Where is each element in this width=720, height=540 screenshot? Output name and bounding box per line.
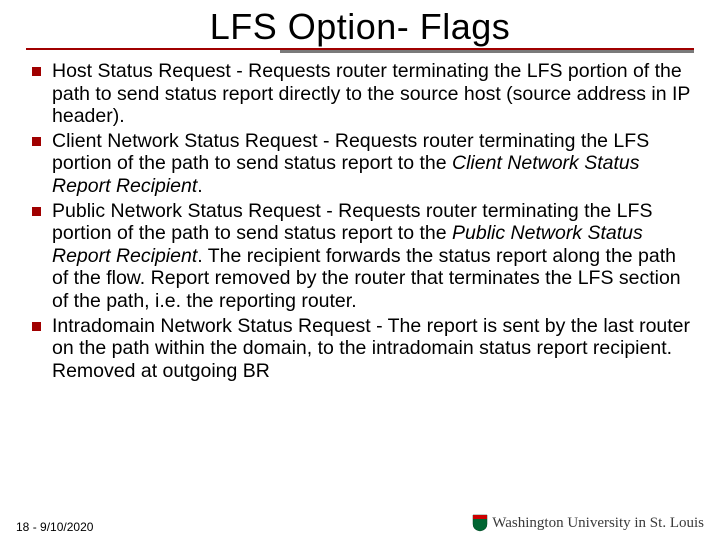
page-number: 18 — [16, 520, 29, 534]
list-item: Client Network Status Request - Requests… — [32, 130, 692, 198]
footer-separator: - — [29, 520, 40, 534]
footer: 18 - 9/10/2020 — [16, 520, 93, 534]
list-item: Host Status Request - Requests router te… — [32, 60, 692, 128]
university-logo: Washington University in St. Louis — [472, 512, 704, 534]
logo-text: Washington University in St. Louis — [492, 515, 704, 532]
title-rule — [0, 48, 720, 54]
bullet-icon — [32, 137, 41, 146]
term: Host Status Request — [52, 60, 231, 82]
list-item: Intradomain Network Status Request - The… — [32, 315, 692, 383]
page-title: LFS Option- Flags — [0, 0, 720, 48]
term: Public Network Status Request — [52, 200, 321, 222]
bullet-icon — [32, 322, 41, 331]
body: Host Status Request - Requests router te… — [0, 54, 720, 383]
list-item: Public Network Status Request - Requests… — [32, 200, 692, 313]
item-text-after: . — [197, 175, 202, 197]
footer-date: 9/10/2020 — [40, 520, 93, 534]
term: Client Network Status Request — [52, 130, 318, 152]
rule-gray — [280, 50, 694, 53]
term: Intradomain Network Status Request — [52, 315, 371, 337]
bullet-icon — [32, 67, 41, 76]
logo-text-content: Washington University in St. Louis — [492, 515, 704, 531]
shield-icon — [472, 514, 488, 532]
bullet-icon — [32, 207, 41, 216]
slide: LFS Option- Flags Host Status Request - … — [0, 0, 720, 540]
